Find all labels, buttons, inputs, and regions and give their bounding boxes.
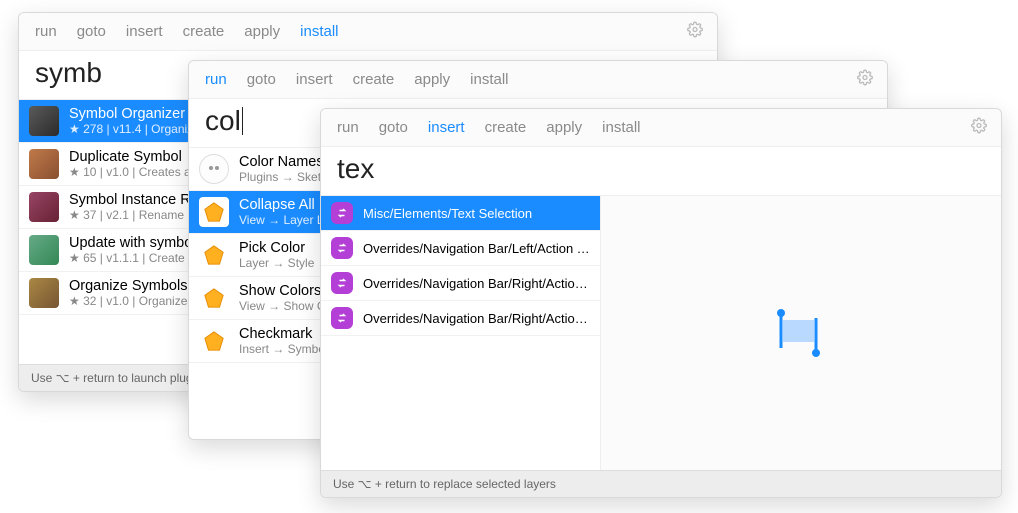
tab-bar: run goto insert create apply install bbox=[19, 13, 717, 51]
panel-insert: run goto insert create apply install tex… bbox=[320, 108, 1002, 498]
list-item[interactable]: Overrides/Navigation Bar/Right/Action T.… bbox=[321, 266, 600, 301]
item-title: Overrides/Navigation Bar/Left/Action Tex… bbox=[363, 241, 590, 256]
tab-goto[interactable]: goto bbox=[77, 23, 106, 40]
tab-run[interactable]: run bbox=[205, 71, 227, 88]
tab-apply[interactable]: apply bbox=[414, 71, 450, 88]
tab-create[interactable]: create bbox=[353, 71, 395, 88]
tab-insert[interactable]: insert bbox=[428, 119, 465, 136]
footer-hint: Use ⌥ + return to replace selected layer… bbox=[321, 470, 1001, 497]
tab-bar: run goto insert create apply install bbox=[189, 61, 887, 99]
avatar bbox=[29, 149, 59, 179]
tab-install[interactable]: install bbox=[300, 23, 338, 40]
text-selection-icon bbox=[771, 308, 831, 358]
avatar bbox=[29, 235, 59, 265]
sketch-icon bbox=[199, 197, 229, 227]
tab-run[interactable]: run bbox=[337, 119, 359, 136]
tab-apply[interactable]: apply bbox=[244, 23, 280, 40]
gear-icon[interactable] bbox=[857, 69, 873, 90]
sketch-icon bbox=[199, 240, 229, 270]
tab-goto[interactable]: goto bbox=[379, 119, 408, 136]
gear-icon[interactable] bbox=[971, 117, 987, 138]
sketch-icon bbox=[199, 283, 229, 313]
preview-pane bbox=[601, 196, 1001, 470]
avatar bbox=[29, 278, 59, 308]
tab-create[interactable]: create bbox=[183, 23, 225, 40]
tab-run[interactable]: run bbox=[35, 23, 57, 40]
tab-create[interactable]: create bbox=[485, 119, 527, 136]
search-input[interactable]: tex bbox=[321, 147, 1001, 196]
gear-icon[interactable] bbox=[687, 21, 703, 42]
symbol-icon bbox=[331, 237, 353, 259]
list-item[interactable]: Overrides/Navigation Bar/Left/Action Tex… bbox=[321, 231, 600, 266]
list-item[interactable]: Misc/Elements/Text Selection bbox=[321, 196, 600, 231]
sketch-icon bbox=[199, 326, 229, 356]
tab-insert[interactable]: insert bbox=[126, 23, 163, 40]
tab-insert[interactable]: insert bbox=[296, 71, 333, 88]
item-title: Overrides/Navigation Bar/Right/Action T.… bbox=[363, 311, 590, 326]
avatar bbox=[29, 192, 59, 222]
tab-install[interactable]: install bbox=[470, 71, 508, 88]
symbol-icon bbox=[331, 307, 353, 329]
result-list: Misc/Elements/Text Selection Overrides/Na… bbox=[321, 196, 601, 470]
item-title: Overrides/Navigation Bar/Right/Action T.… bbox=[363, 276, 590, 291]
list-item[interactable]: Overrides/Navigation Bar/Right/Action T.… bbox=[321, 301, 600, 336]
tab-install[interactable]: install bbox=[602, 119, 640, 136]
plugin-icon bbox=[199, 154, 229, 184]
tab-goto[interactable]: goto bbox=[247, 71, 276, 88]
symbol-icon bbox=[331, 202, 353, 224]
avatar bbox=[29, 106, 59, 136]
item-title: Misc/Elements/Text Selection bbox=[363, 206, 590, 221]
tab-bar: run goto insert create apply install bbox=[321, 109, 1001, 147]
symbol-icon bbox=[331, 272, 353, 294]
tab-apply[interactable]: apply bbox=[546, 119, 582, 136]
